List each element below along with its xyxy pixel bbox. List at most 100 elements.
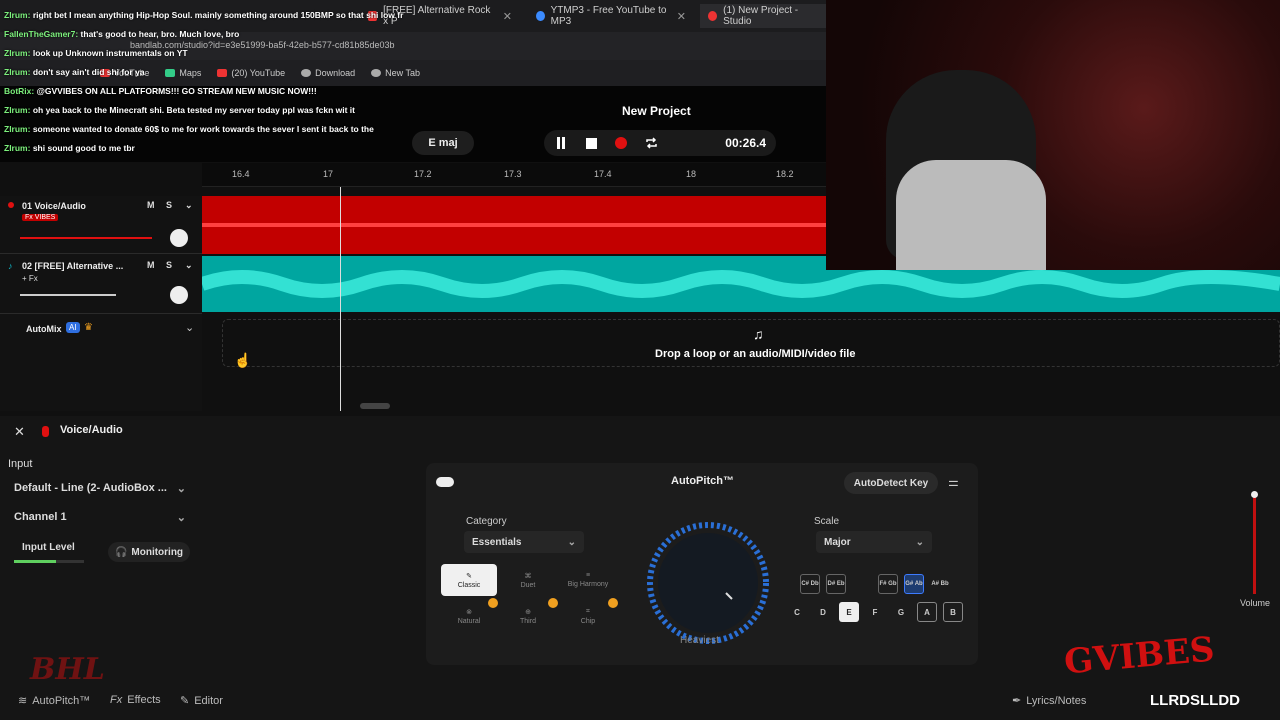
drop-zone[interactable]: ♫ Drop a loop or an audio/MIDI/video fil… bbox=[222, 319, 1280, 367]
close-icon[interactable]: ✕ bbox=[503, 10, 512, 23]
bandlab-icon bbox=[708, 11, 718, 21]
crown-icon: ♛ bbox=[84, 322, 93, 333]
stop-icon[interactable] bbox=[584, 136, 598, 150]
ruler-tick: 17 bbox=[323, 169, 334, 179]
chevron-down-icon[interactable]: ⌄ bbox=[185, 321, 194, 334]
preset-classic[interactable]: ✎ Classic bbox=[441, 564, 497, 596]
key-natural-root[interactable]: E bbox=[839, 602, 859, 622]
fx-badge[interactable]: + Fx bbox=[22, 274, 38, 283]
chevron-down-icon: ⌄ bbox=[176, 511, 186, 524]
horizontal-scrollbar[interactable] bbox=[360, 403, 390, 409]
fx-icon: Fx bbox=[110, 694, 123, 706]
project-title: New Project bbox=[622, 104, 691, 118]
footer-tab-effects[interactable]: Fx Effects bbox=[110, 694, 161, 706]
premium-badge-icon bbox=[488, 598, 498, 608]
key-button[interactable]: E maj bbox=[412, 131, 474, 155]
input-device-select[interactable]: Default - Line (2- AudioBox ... ⌄ bbox=[14, 476, 186, 500]
ruler-tick: 18 bbox=[686, 169, 697, 179]
pan-knob[interactable] bbox=[170, 229, 188, 247]
input-label: Input bbox=[8, 458, 33, 470]
chat-message: ZIrum: oh yea back to the Minecraft shi.… bbox=[4, 105, 355, 115]
key-sharp[interactable]: A# Bb bbox=[930, 574, 950, 594]
ruler-tick: 18.2 bbox=[776, 169, 794, 179]
close-icon[interactable]: ✕ bbox=[14, 424, 25, 440]
key-natural[interactable]: D bbox=[813, 602, 833, 622]
headphones-icon: 🎧 bbox=[114, 546, 128, 558]
tab-studio[interactable]: (1) New Project - Studio bbox=[700, 4, 828, 28]
settings-sliders-icon[interactable]: ⚌ bbox=[948, 475, 959, 489]
autodetect-key-button[interactable]: AutoDetect Key bbox=[844, 472, 938, 494]
transport-bar: 00:26.4 bbox=[544, 130, 776, 156]
category-select[interactable]: Essentials ⌄ bbox=[464, 531, 584, 553]
fx-badge[interactable]: Fx VIBES bbox=[22, 214, 59, 221]
classic-icon: ✎ bbox=[466, 572, 472, 580]
pitch-knob[interactable] bbox=[646, 521, 770, 645]
pencil-icon: ✎ bbox=[180, 695, 190, 707]
ruler-tick: 17.3 bbox=[504, 169, 522, 179]
key-natural[interactable]: A bbox=[917, 602, 937, 622]
chevron-down-icon: ⌄ bbox=[915, 536, 924, 548]
footer-tab-autopitch[interactable]: ≋ AutoPitch™ bbox=[18, 694, 90, 708]
tab-ytmp3[interactable]: YTMP3 - Free YouTube to MP3 ✕ bbox=[528, 4, 694, 28]
footer-tab-editor[interactable]: ✎ Editor bbox=[180, 694, 223, 708]
chat-message: FallenTheGamer7: that's good to hear, br… bbox=[4, 29, 240, 39]
footer-tab-lyrics[interactable]: ✒ Lyrics/Notes bbox=[1012, 694, 1086, 708]
key-sharp[interactable]: D# Eb bbox=[826, 574, 846, 594]
volume-slider[interactable] bbox=[1251, 491, 1258, 594]
knob-label: Heaviest bbox=[680, 635, 719, 646]
volume-slider[interactable] bbox=[20, 294, 116, 296]
key-sharp-selected[interactable]: G# Ab bbox=[904, 574, 924, 594]
loop-icon[interactable] bbox=[644, 136, 658, 150]
track-header-2[interactable]: ♪ 02 [FREE] Alternative ... + Fx M S ⌄ bbox=[0, 256, 202, 314]
input-level-meter bbox=[14, 560, 84, 563]
scale-select[interactable]: Major ⌄ bbox=[816, 531, 932, 553]
record-icon[interactable] bbox=[614, 136, 628, 150]
key-natural[interactable]: B bbox=[943, 602, 963, 622]
chevron-down-icon[interactable]: ⌄ bbox=[185, 200, 193, 211]
key-natural[interactable]: C bbox=[787, 602, 807, 622]
track-header-1[interactable]: 01 Voice/Audio Fx VIBES M S ⌄ bbox=[0, 196, 202, 254]
chat-message: ZIrum: shi sound good to me tbr bbox=[4, 143, 135, 153]
key-natural[interactable]: F bbox=[865, 602, 885, 622]
solo-button[interactable]: S bbox=[166, 260, 172, 270]
chat-message: ZIrum: someone wanted to donate 60$ to m… bbox=[4, 124, 374, 134]
autopitch-card: AutoPitch™ AutoDetect Key ⚌ Category Ess… bbox=[426, 463, 978, 665]
playhead[interactable] bbox=[340, 187, 341, 411]
premium-badge-icon bbox=[548, 598, 558, 608]
timeline-ruler[interactable]: 16.4 17 17.2 17.3 17.4 18 18.2 bbox=[202, 163, 826, 187]
solo-button[interactable]: S bbox=[166, 200, 172, 210]
globe-icon bbox=[536, 11, 545, 21]
duet-icon: ⌘ bbox=[524, 572, 532, 580]
key-sharp[interactable]: F# Gb bbox=[878, 574, 898, 594]
pen-icon: ✒ bbox=[1012, 695, 1022, 707]
mute-button[interactable]: M bbox=[147, 200, 155, 210]
pause-icon[interactable] bbox=[554, 136, 568, 150]
key-sharp[interactable]: C# Db bbox=[800, 574, 820, 594]
third-icon: ⊕ bbox=[525, 608, 531, 616]
chevron-down-icon: ⌄ bbox=[176, 482, 186, 495]
input-level-label: Input Level bbox=[22, 542, 75, 553]
overlay-ticker: LLRDSLLDD bbox=[1150, 692, 1240, 709]
close-icon[interactable]: ✕ bbox=[677, 10, 686, 23]
pan-knob[interactable] bbox=[170, 286, 188, 304]
channel-select[interactable]: Channel 1 ⌄ bbox=[14, 505, 186, 529]
autopitch-toggle[interactable] bbox=[436, 477, 454, 487]
natural-icon: ⊗ bbox=[466, 608, 472, 616]
monitoring-button[interactable]: 🎧 Monitoring bbox=[108, 542, 190, 562]
volume-slider[interactable] bbox=[20, 237, 152, 239]
preset-duet[interactable]: ⌘ Duet bbox=[500, 564, 556, 596]
scale-label: Scale bbox=[814, 516, 840, 527]
mic-icon bbox=[8, 202, 14, 208]
track-headers: 01 Voice/Audio Fx VIBES M S ⌄ ♪ 02 [FREE… bbox=[0, 196, 202, 411]
mute-button[interactable]: M bbox=[147, 260, 155, 270]
autopitch-title: AutoPitch™ bbox=[671, 475, 734, 487]
cursor-icon: ☝ bbox=[234, 352, 252, 368]
stream-chat: ZIrum: right bet I mean anything Hip-Hop… bbox=[4, 10, 403, 162]
chevron-down-icon[interactable]: ⌄ bbox=[185, 260, 193, 271]
preset-big-harmony[interactable]: ≡ Big Harmony bbox=[560, 564, 616, 596]
track-lane-voice[interactable] bbox=[202, 196, 826, 254]
chevron-down-icon: ⌄ bbox=[567, 536, 576, 548]
music-note-icon: ♪ bbox=[8, 261, 13, 271]
automix-row[interactable]: AutoMix AI ♛ ⌄ bbox=[0, 320, 202, 340]
key-natural[interactable]: G bbox=[891, 602, 911, 622]
